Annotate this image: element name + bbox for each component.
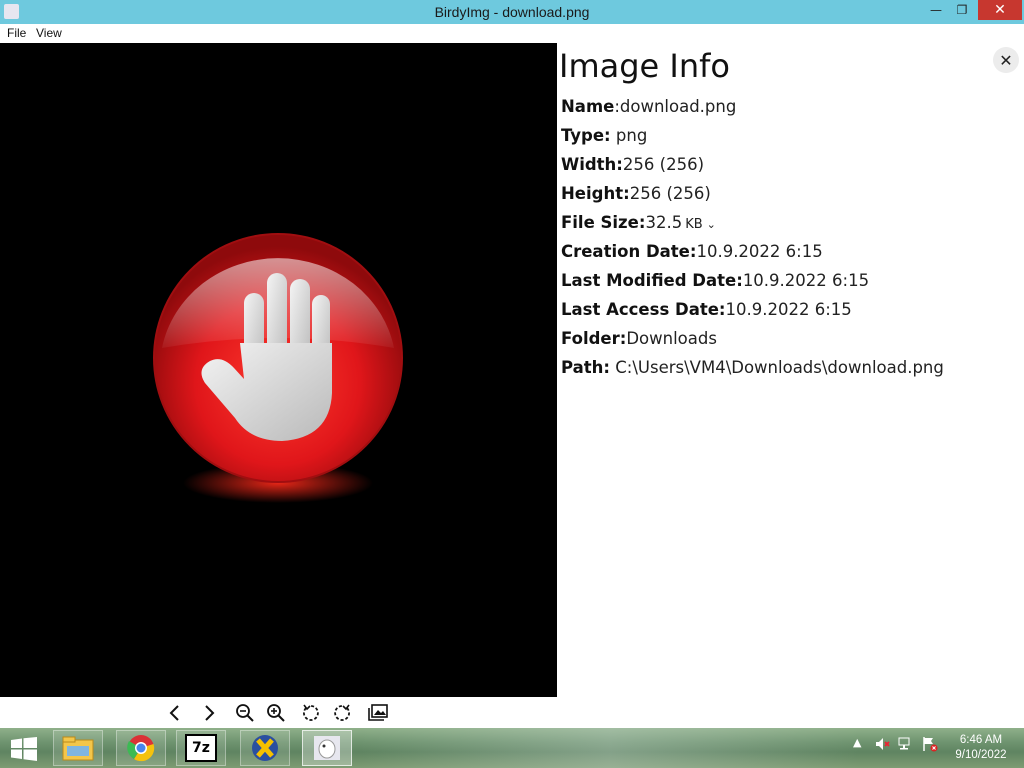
7zip-icon[interactable]: 7z bbox=[176, 730, 226, 766]
taskbar: 7z ▲ 6:46 AM 9/10/2022 bbox=[0, 728, 1024, 768]
info-value-modified-date: 10.9.2022 6:15 bbox=[742, 271, 870, 290]
info-value-width: 256 (256) bbox=[622, 155, 705, 174]
info-value-creation-date: 10.9.2022 6:15 bbox=[696, 242, 823, 261]
info-label-width: Width: bbox=[561, 155, 623, 174]
network-icon[interactable] bbox=[898, 736, 914, 755]
rotate-right-icon[interactable] bbox=[329, 700, 355, 726]
close-window-button[interactable]: ✕ bbox=[978, 0, 1022, 20]
image-info-panel: Image Info ✕ Name:download.png Type: png… bbox=[557, 43, 1024, 728]
info-value-type: png bbox=[615, 126, 648, 145]
info-row-file-size: File Size:32.5 KB ⌄ bbox=[561, 213, 944, 242]
info-value-file-size: 32.5 bbox=[645, 213, 683, 232]
speaker-muted-icon[interactable] bbox=[875, 736, 891, 755]
file-size-unit: KB bbox=[685, 217, 703, 232]
info-label-file-size: File Size: bbox=[561, 213, 646, 232]
chevron-down-icon: ⌄ bbox=[706, 218, 716, 231]
info-row-creation-date: Creation Date:10.9.2022 6:15 bbox=[561, 242, 944, 271]
start-button[interactable] bbox=[10, 737, 38, 761]
image-info-heading: Image Info bbox=[559, 47, 730, 85]
info-rows: Name:download.png Type: png Width:256 (2… bbox=[561, 97, 944, 387]
info-row-height: Height:256 (256) bbox=[561, 184, 944, 213]
menu-file[interactable]: File bbox=[7, 26, 26, 40]
info-label-path: Path: bbox=[561, 358, 611, 377]
info-row-modified-date: Last Modified Date:10.9.2022 6:15 bbox=[561, 271, 944, 300]
windows-logo-icon bbox=[11, 737, 37, 761]
info-value-name: download.png bbox=[619, 97, 737, 116]
info-label-folder: Folder: bbox=[561, 329, 627, 348]
viewer-toolbar bbox=[0, 697, 557, 728]
rotate-left-icon[interactable] bbox=[298, 700, 324, 726]
7zip-label: 7z bbox=[185, 734, 217, 762]
info-row-width: Width:256 (256) bbox=[561, 155, 944, 184]
info-label-type: Type: bbox=[561, 126, 611, 145]
gallery-icon[interactable] bbox=[365, 700, 391, 726]
taskbar-clock[interactable]: 6:46 AM 9/10/2022 bbox=[946, 733, 1016, 763]
birdyimg-icon[interactable] bbox=[302, 730, 352, 766]
menu-bar: File View bbox=[0, 24, 1024, 42]
close-icon: ✕ bbox=[999, 50, 1013, 70]
taskbar-wallpaper bbox=[360, 728, 860, 768]
displayed-image bbox=[153, 233, 403, 503]
title-bar: BirdyImg - download.png — ❐ ✕ bbox=[0, 0, 1024, 24]
info-row-name: Name:download.png bbox=[561, 97, 944, 126]
chrome-icon[interactable] bbox=[116, 730, 166, 766]
info-row-folder: Folder:Downloads bbox=[561, 329, 944, 358]
clock-date: 9/10/2022 bbox=[955, 749, 1007, 761]
info-row-type: Type: png bbox=[561, 126, 944, 155]
info-label-modified-date: Last Modified Date: bbox=[561, 271, 743, 290]
info-label-name: Name bbox=[561, 97, 615, 116]
zoom-out-icon[interactable] bbox=[232, 700, 258, 726]
minimize-button[interactable]: — bbox=[922, 0, 950, 20]
image-viewer[interactable] bbox=[0, 43, 557, 697]
file-explorer-icon[interactable] bbox=[53, 730, 103, 766]
zoom-in-icon[interactable] bbox=[263, 700, 289, 726]
restore-button[interactable]: ❐ bbox=[948, 0, 976, 20]
clock-time: 6:46 AM bbox=[959, 734, 1003, 746]
action-center-flag-icon[interactable] bbox=[922, 736, 938, 755]
info-value-path: C:\Users\VM4\Downloads\download.png bbox=[610, 358, 944, 377]
info-value-height: 256 (256) bbox=[629, 184, 711, 203]
info-row-path: Path: C:\Users\VM4\Downloads\download.pn… bbox=[561, 358, 944, 387]
xampp-icon[interactable] bbox=[240, 730, 290, 766]
close-info-button[interactable]: ✕ bbox=[993, 47, 1019, 73]
info-value-access-date: 10.9.2022 6:15 bbox=[725, 300, 852, 319]
chevron-right-icon[interactable] bbox=[196, 700, 222, 726]
chevron-left-icon[interactable] bbox=[162, 700, 188, 726]
info-value-folder: Downloads bbox=[626, 329, 717, 348]
info-row-access-date: Last Access Date:10.9.2022 6:15 bbox=[561, 300, 944, 329]
tray-overflow-icon[interactable]: ▲ bbox=[853, 736, 861, 749]
menu-view[interactable]: View bbox=[36, 26, 62, 40]
window-title: BirdyImg - download.png bbox=[434, 4, 590, 20]
info-label-height: Height: bbox=[561, 184, 630, 203]
info-label-creation-date: Creation Date: bbox=[561, 242, 697, 261]
info-label-access-date: Last Access Date: bbox=[561, 300, 726, 319]
file-size-unit-dropdown[interactable]: KB ⌄ bbox=[685, 217, 716, 232]
